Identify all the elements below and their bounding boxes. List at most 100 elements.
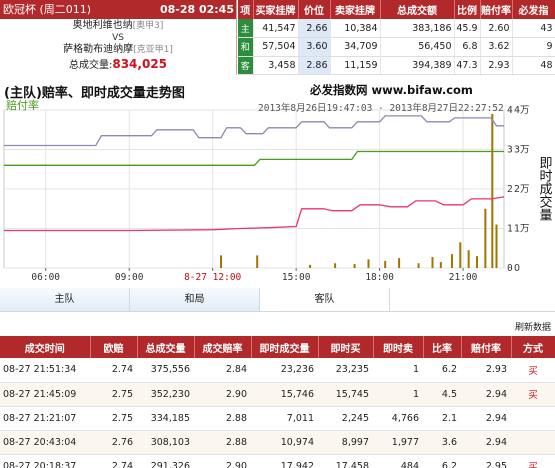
- volume-bar: [353, 264, 356, 268]
- trades-header-cell[interactable]: 成交时间: [0, 336, 91, 358]
- trade-cell: 2.93: [461, 358, 511, 383]
- trades-header-cell[interactable]: 方式: [511, 336, 555, 358]
- trade-cell: 2.75: [90, 406, 137, 431]
- trade-cell: 17,458: [318, 454, 373, 468]
- odds-header-cell: 项: [238, 0, 254, 19]
- odds-row: 主 41,547 2.66 10,384 383,186 45.9 2.60 43: [238, 19, 555, 39]
- refresh-data-link[interactable]: 刷新数据: [515, 320, 551, 333]
- away-team-name: 萨格勒布迪纳摩: [63, 44, 134, 55]
- match-header: 欧冠杯 (周二011) 08-28 02:45: [0, 0, 236, 19]
- odds-table: 项 买家挂牌 价位 卖家挂牌 总成交额 比例 赔付率 必发指 主 41,547 2.…: [238, 0, 555, 76]
- odds-cell: 56,450: [380, 37, 455, 57]
- table-row: 08-27 21:21:07 2.75 334,185 2.88 7,011 2,245 4…: [0, 406, 555, 431]
- odds-item-cell: 和: [238, 37, 254, 57]
- trade-cell: 2.74: [90, 358, 137, 383]
- volume-bar: [467, 250, 470, 268]
- volume-bar: [459, 242, 462, 268]
- trades-header-cell[interactable]: 即时买: [318, 336, 374, 358]
- trade-type-cell: [511, 406, 555, 431]
- table-row: 08-27 20:18:37 2.74 291,326 2.90 17,942 17,45…: [0, 454, 555, 468]
- match-panel: 欧冠杯 (周二011) 08-28 02:45 奥地利维也纳[奥甲3] VS 萨…: [0, 0, 237, 75]
- trade-cell: 484: [373, 454, 423, 468]
- volume-bar: [484, 208, 487, 268]
- match-time: 08-28 02:45: [159, 3, 234, 16]
- home-team[interactable]: 奥地利维也纳[奥甲3]: [0, 19, 236, 33]
- x-tick-label: 8-27 12:00: [184, 272, 241, 283]
- volume-bar: [220, 255, 223, 268]
- trade-cell: 2.76: [90, 430, 137, 455]
- odds-cell: 10,384: [330, 19, 381, 39]
- trades-header-cell[interactable]: 总成交量: [137, 336, 195, 358]
- trade-cell: 334,185: [137, 406, 194, 431]
- trade-type-cell: 买: [511, 382, 555, 407]
- trade-cell: 23,236: [251, 358, 318, 383]
- trades-header-cell[interactable]: 比率: [423, 336, 462, 358]
- trade-type-cell: 买: [511, 358, 555, 383]
- trades-header-cell[interactable]: 即时卖: [373, 336, 424, 358]
- odds-cell: 11,159: [330, 56, 381, 76]
- right-tick-label: 3万: [514, 145, 530, 156]
- trade-cell: 308,103: [137, 430, 194, 455]
- odds-row: 和 57,504 3.60 34,709 56,450 6.8 3.62 9: [238, 37, 555, 57]
- odds-item-cell: 客: [238, 56, 254, 76]
- league-label[interactable]: 欧冠杯 (周二011): [3, 0, 91, 19]
- table-row: 08-27 21:51:34 2.74 375,556 2.84 23,236 23,23…: [0, 358, 555, 383]
- x-tick-label: 18:00: [365, 272, 394, 283]
- volume-bar: [450, 254, 453, 268]
- tab-home[interactable]: 主队: [0, 288, 130, 311]
- total-volume: 总成交量:834,025: [0, 57, 236, 73]
- trade-cell: 17,942: [251, 454, 318, 468]
- odds-cell[interactable]: 3.60: [298, 37, 331, 57]
- trade-cell: 10,974: [251, 430, 318, 455]
- odds-cell: 57,504: [253, 37, 299, 57]
- trades-header-cell[interactable]: 即时成交量: [251, 336, 319, 358]
- away-team[interactable]: 萨格勒布迪纳摩[克亚甲1]: [0, 43, 236, 57]
- trade-cell: 2.90: [194, 454, 251, 468]
- trade-cell: 6.2: [423, 454, 461, 468]
- odds-cell: 9: [512, 37, 555, 57]
- volume-bar: [495, 224, 498, 268]
- trade-cell: 2.88: [194, 430, 251, 455]
- trade-type-cell: 买: [511, 454, 555, 468]
- volume-bar: [417, 263, 420, 268]
- odds-header-cell: 卖家挂牌: [330, 0, 381, 19]
- odds-cell: 3,458: [253, 56, 299, 76]
- trade-cell: 15,746: [251, 382, 318, 407]
- trade-cell: 2,245: [318, 406, 373, 431]
- trade-cell: 2.75: [90, 382, 137, 407]
- odds-cell: 6.8: [454, 37, 481, 57]
- trades-header-cell[interactable]: 赔付率: [461, 336, 512, 358]
- trade-cell: 2.90: [194, 382, 251, 407]
- left-tick-label: 3: [507, 145, 513, 156]
- trade-cell: 1: [373, 358, 423, 383]
- volume-bar: [367, 259, 370, 268]
- odds-cell: 3.62: [480, 37, 513, 57]
- right-tick-label: 1万: [514, 224, 530, 235]
- trade-cell: 291,326: [137, 454, 194, 468]
- volume-bar: [491, 113, 494, 268]
- odds-cell[interactable]: 2.66: [298, 19, 331, 39]
- match-summary: 欧冠杯 (周二011) 08-28 02:45 奥地利维也纳[奥甲3] VS 萨…: [0, 0, 555, 76]
- trade-cell: 4,766: [373, 406, 423, 431]
- trades-header-cell[interactable]: 欧赔: [90, 336, 138, 358]
- odds-cell[interactable]: 2.86: [298, 56, 331, 76]
- odds-header-cell: 比例: [454, 0, 481, 19]
- trade-time-cell: 08-27 21:51:34: [0, 358, 90, 383]
- volume-bar: [439, 262, 442, 268]
- trade-time-cell: 08-27 20:43:04: [0, 430, 90, 455]
- odds-header-cell: 总成交额: [380, 0, 455, 19]
- trade-time-cell: 08-27 20:18:37: [0, 454, 90, 468]
- right-tick-label: 4万: [514, 105, 530, 116]
- odds-item-cell: 主: [238, 19, 254, 39]
- trade-cell: 2.94: [461, 430, 511, 455]
- series-label: 赔付率: [6, 98, 39, 112]
- volume-bar: [431, 256, 434, 268]
- odds-cell: 41,547: [253, 19, 299, 39]
- tab-away[interactable]: 客队: [260, 288, 390, 311]
- tab-draw[interactable]: 和局: [130, 288, 260, 311]
- trade-cell: 23,235: [318, 358, 373, 383]
- odds-cell: 47.3: [454, 56, 481, 76]
- odds-cell: 43: [512, 19, 555, 39]
- odds-header-cell: 价位: [298, 0, 331, 19]
- trades-header-cell[interactable]: 成交赔率: [194, 336, 252, 358]
